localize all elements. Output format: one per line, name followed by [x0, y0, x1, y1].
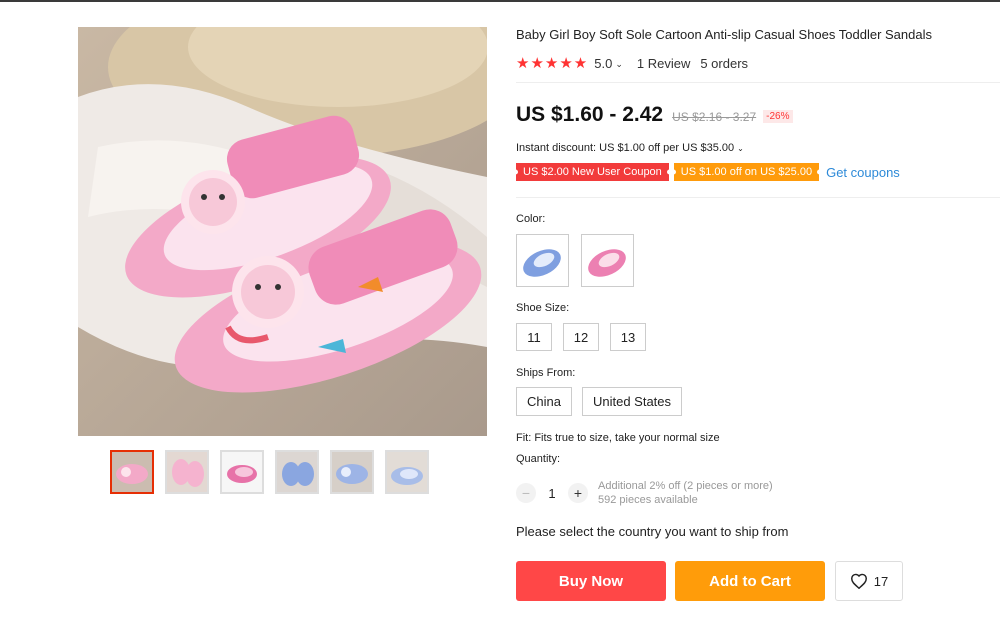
thumbnail-pink-single[interactable]	[220, 450, 264, 494]
ships-from-label: Ships From:	[516, 367, 576, 379]
shoe-size-label: Shoe Size:	[516, 302, 570, 314]
thumbnail-blue-pair[interactable]	[275, 450, 319, 494]
quantity-note: Additional 2% off (2 pieces or more) 592…	[598, 479, 773, 507]
rating-number: 5.0	[594, 55, 613, 71]
quantity-stepper: − 1 + Additional 2% off (2 pieces or mor…	[516, 479, 773, 507]
action-buttons: Buy Now Add to Cart 17	[516, 561, 903, 601]
top-border	[0, 0, 1000, 2]
store-coupon[interactable]: US $1.00 off on US $25.00	[673, 163, 820, 181]
thumbnail-blue-front[interactable]	[330, 450, 374, 494]
buy-now-button[interactable]: Buy Now	[516, 561, 666, 601]
instant-discount-text: Instant discount: US $1.00 off per US $3…	[516, 142, 735, 154]
wishlist-count: 17	[873, 573, 889, 589]
fit-note: Fit: Fits true to size, take your normal…	[516, 432, 720, 444]
divider	[516, 82, 1000, 83]
orders-count: 5 orders	[700, 55, 749, 71]
ships-from-china[interactable]: China	[516, 387, 572, 416]
reviews-link[interactable]: 1 Review	[637, 56, 690, 71]
discount-badge: -26%	[763, 110, 793, 123]
color-options	[516, 234, 634, 287]
bulk-discount-note: Additional 2% off (2 pieces or more)	[598, 480, 773, 492]
ship-country-prompt: Please select the country you want to sh…	[516, 524, 789, 539]
size-options: 11 12 13	[516, 323, 646, 351]
rating-value[interactable]: 5.0 ⌄	[594, 56, 623, 71]
divider	[516, 197, 1000, 198]
star-rating-icon: ★★★★★	[516, 55, 589, 72]
instant-discount[interactable]: Instant discount: US $1.00 off per US $3…	[516, 142, 744, 154]
ships-from-united-states[interactable]: United States	[581, 387, 683, 416]
rating-row: ★★★★★ 5.0 ⌄ 1 Review 5 orders	[516, 54, 748, 72]
quantity-value[interactable]: 1	[536, 486, 568, 501]
color-label: Color:	[516, 213, 546, 225]
size-option-13[interactable]: 13	[610, 323, 646, 351]
color-option-blue[interactable]	[516, 234, 569, 287]
thumbnail-pink-pair[interactable]	[110, 450, 154, 494]
size-option-11[interactable]: 11	[516, 323, 552, 351]
get-coupons-link[interactable]: Get coupons	[826, 165, 900, 180]
thumbnail-pink-side[interactable]	[165, 450, 209, 494]
wishlist-button[interactable]: 17	[835, 561, 903, 601]
color-option-pink[interactable]	[581, 234, 634, 287]
thumbnail-strip	[110, 450, 429, 494]
chevron-down-icon: ⌄	[615, 58, 623, 69]
ships-from-options: China United States	[516, 387, 683, 416]
quantity-decrease-button[interactable]: −	[516, 483, 536, 503]
quantity-label: Quantity:	[516, 453, 561, 465]
thumbnail-blue-side[interactable]	[385, 450, 429, 494]
product-title: Baby Girl Boy Soft Sole Cartoon Anti-sli…	[516, 27, 932, 42]
new-user-coupon[interactable]: US $2.00 New User Coupon	[516, 163, 669, 181]
current-price: US $1.60 - 2.42	[516, 103, 664, 126]
price-row: US $1.60 - 2.42 US $2.16 - 3.27 -26%	[516, 103, 793, 127]
chevron-down-icon: ⌄	[737, 144, 744, 153]
main-product-image[interactable]	[78, 27, 487, 436]
original-price: US $2.16 - 3.27	[672, 110, 757, 124]
stock-available: 592 pieces available	[598, 494, 698, 506]
heart-icon	[850, 573, 867, 589]
size-option-12[interactable]: 12	[563, 323, 599, 351]
coupon-row: US $2.00 New User Coupon US $1.00 off on…	[516, 163, 900, 181]
quantity-increase-button[interactable]: +	[568, 483, 588, 503]
add-to-cart-button[interactable]: Add to Cart	[675, 561, 825, 601]
